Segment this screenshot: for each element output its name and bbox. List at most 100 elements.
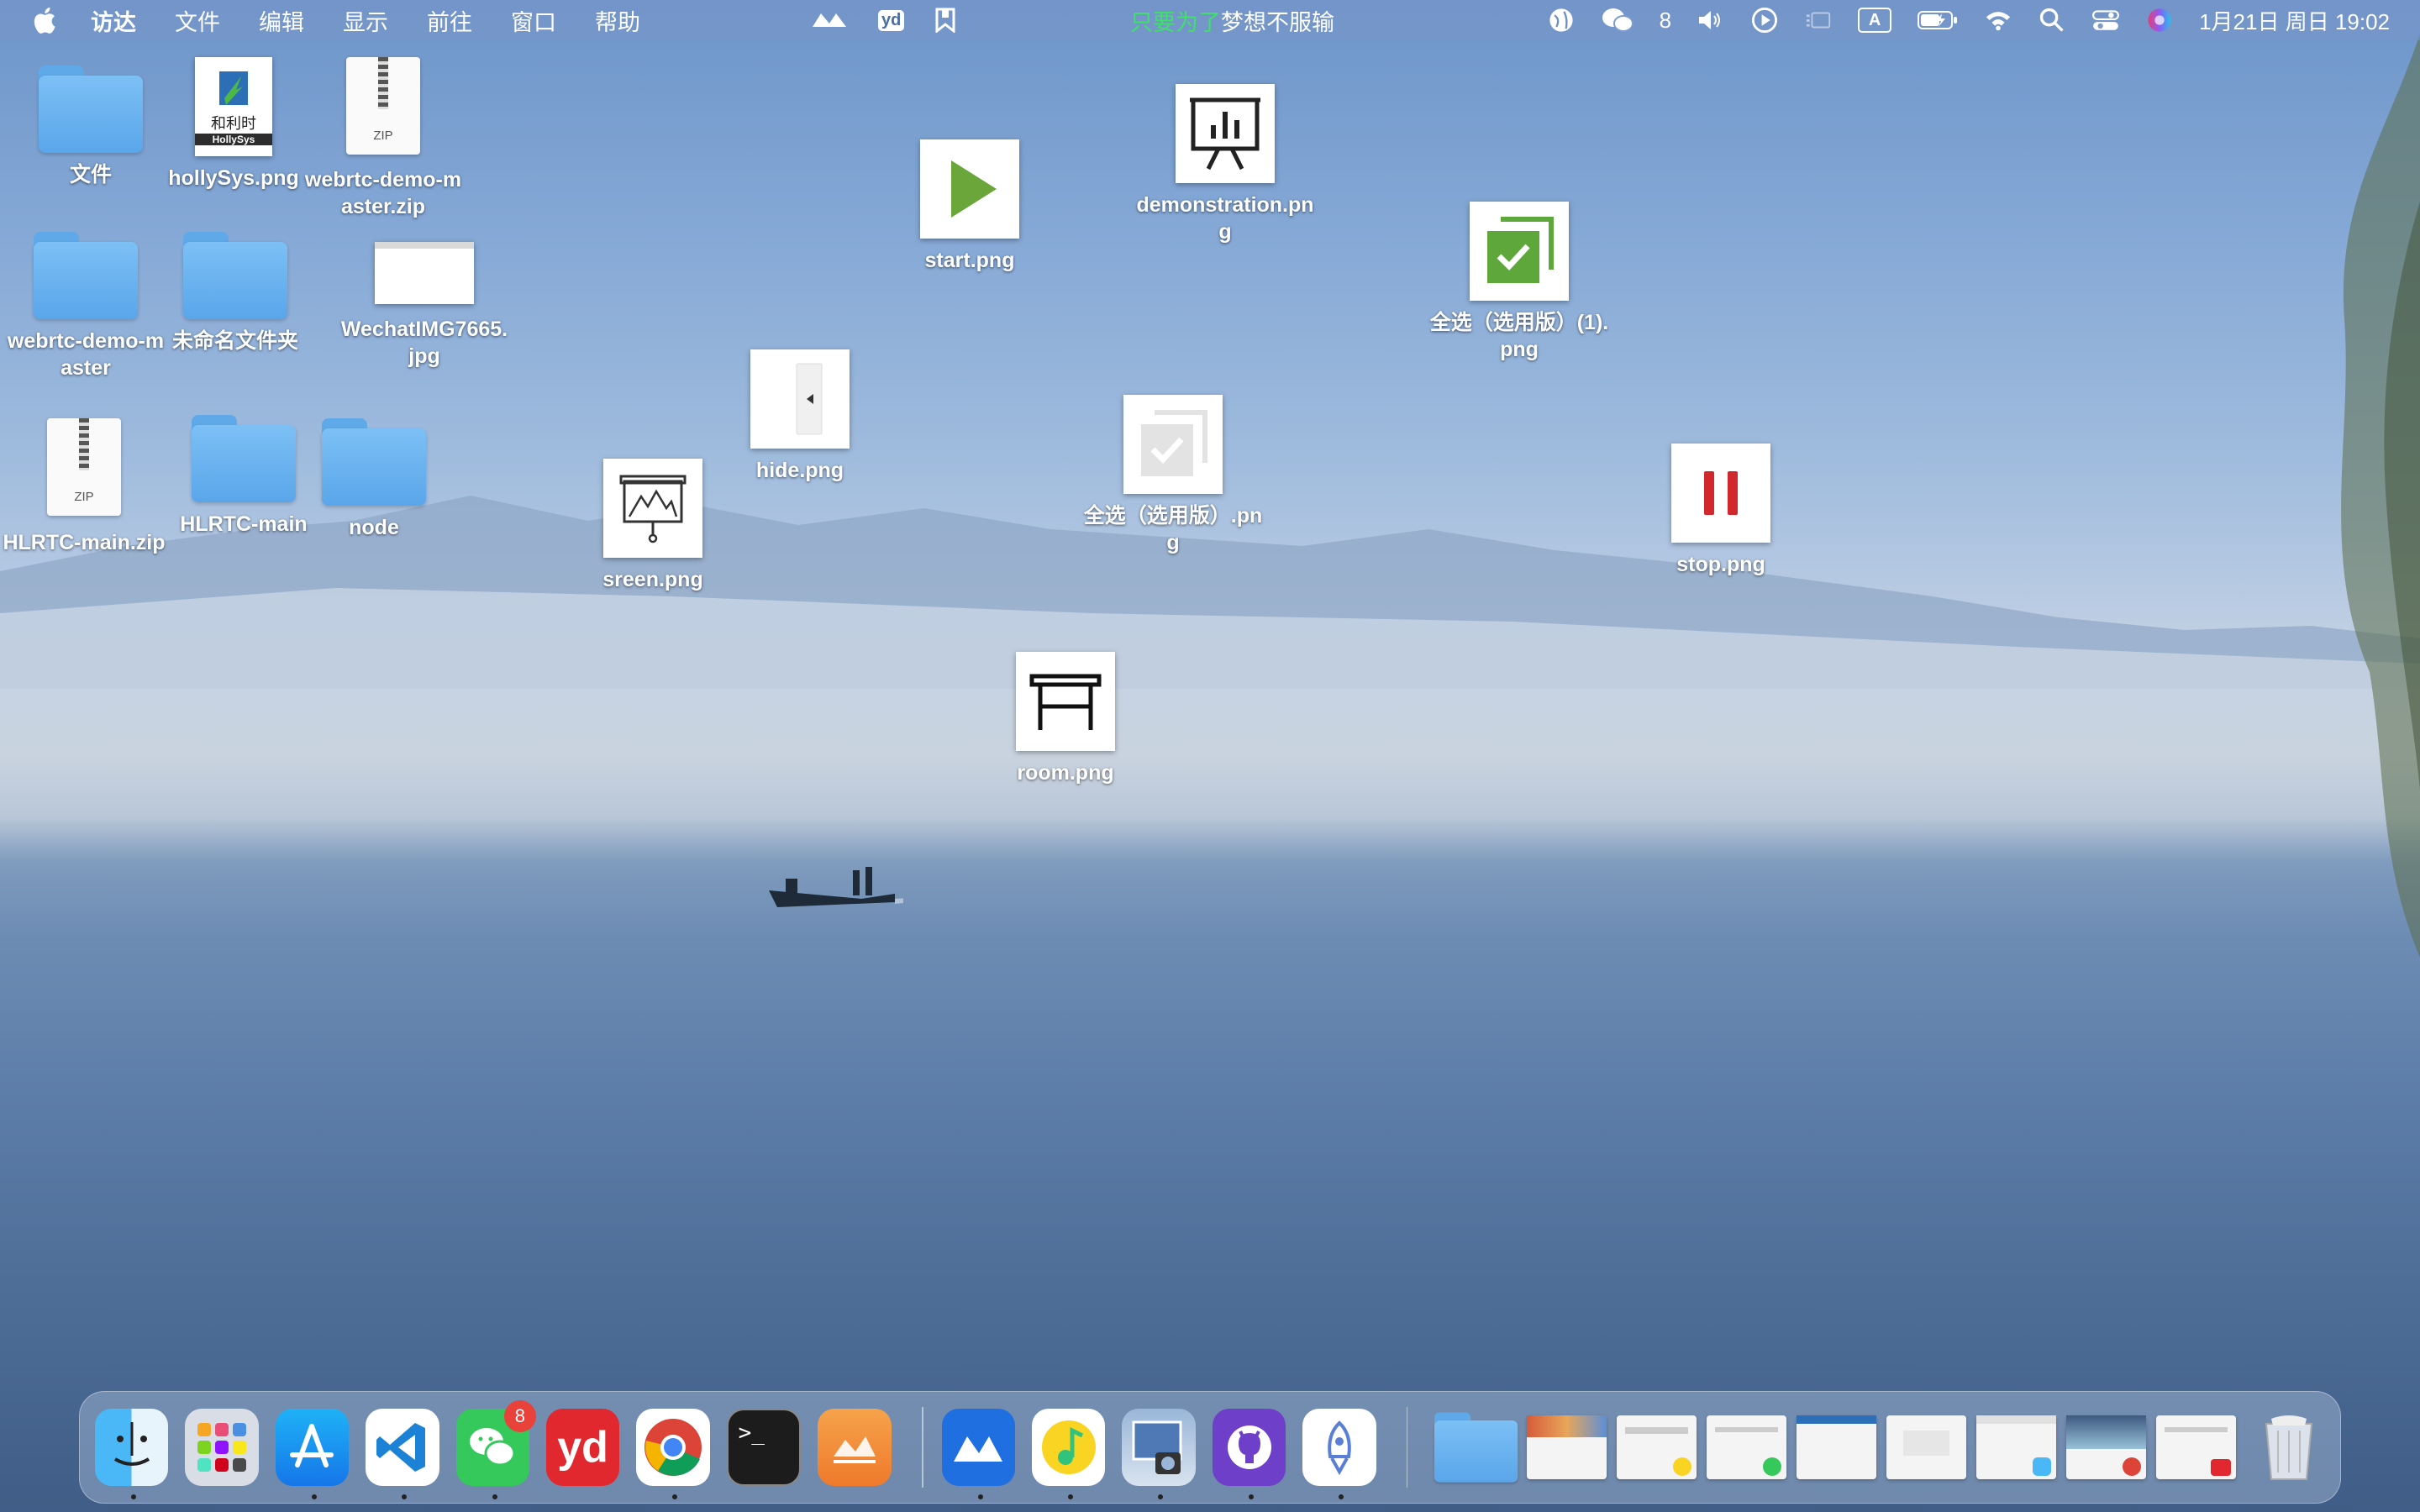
dock-maxhub-icon[interactable] (941, 1409, 1016, 1499)
icon-label: hollySys.png (168, 166, 299, 190)
dock: 8 yd >_ (79, 1391, 2341, 1504)
icon-label: 未命名文件夹 (171, 329, 298, 353)
menu-help[interactable]: 帮助 (595, 4, 640, 37)
icon-label: 全选（选用版）.png (1083, 504, 1263, 554)
desktop-icon-node-folder[interactable]: node (290, 418, 458, 541)
desktop-icon-webrtc-zip[interactable]: ZIP webrtc-demo-master.zip (299, 57, 467, 220)
minimized-window-qqmusic[interactable] (1617, 1415, 1697, 1479)
wechat-unread-count: 8 (1659, 7, 1672, 33)
dock-github-desktop-icon[interactable] (1212, 1409, 1286, 1499)
desktop-icon-sreen[interactable]: sreen.png (569, 459, 737, 593)
menu-edit[interactable]: 编辑 (259, 4, 304, 37)
icon-label: 文件 (69, 163, 112, 186)
dock-trash-icon[interactable] (2254, 1409, 2323, 1486)
hollysys-logo-icon: 和利时 HollySys (195, 57, 272, 156)
table-icon (1016, 652, 1115, 751)
apple-menu-icon[interactable] (30, 5, 57, 35)
desktop-icon-hide[interactable]: hide.png (716, 349, 884, 484)
bar-chart-board-icon (1176, 84, 1275, 183)
desktop-icon-wechatimg[interactable]: WechatIMG7665.jpg (340, 242, 508, 370)
siri-icon[interactable] (2145, 6, 2174, 34)
slogan-green: 只要为了 (1130, 9, 1221, 35)
minimized-window-youdao[interactable] (2156, 1415, 2237, 1479)
status-items: 8 A 1月21日 周日 19:02 (1547, 5, 2390, 36)
desktop-icon-webrtc-folder[interactable]: webrtc-demo-master (2, 232, 170, 381)
stage-manager-icon[interactable] (1804, 6, 1833, 34)
screenshot-thumbnail-icon (375, 242, 474, 304)
icon-label: sreen.png (602, 568, 703, 591)
desktop-icon-start[interactable]: start.png (886, 139, 1054, 274)
minimized-window-browser[interactable] (1797, 1415, 1877, 1479)
dock-rocket-icon[interactable] (1302, 1409, 1376, 1499)
dock-separator (1406, 1407, 1408, 1488)
dock-app-store-icon[interactable] (275, 1409, 350, 1499)
slogan-text: 只要为了梦想不服输 (1130, 4, 1334, 37)
folder-icon (183, 232, 287, 319)
hollysys-mark-icon (219, 71, 248, 105)
icon-label: node (349, 516, 399, 539)
menu-window[interactable]: 窗口 (511, 4, 556, 37)
icon-label: WechatIMG7665.jpg (340, 318, 508, 368)
volume-icon[interactable] (1697, 6, 1725, 34)
desktop-icon-selectall-green[interactable]: 全选（选用版）(1).png (1427, 202, 1612, 363)
play-circle-icon[interactable] (1750, 6, 1779, 34)
dock-youdao-icon[interactable]: yd (545, 1409, 620, 1486)
play-icon (920, 139, 1019, 239)
icon-label: start.png (924, 249, 1015, 272)
desktop-icon-stop[interactable]: stop.png (1637, 444, 1805, 578)
wifi-icon[interactable] (1984, 6, 2012, 34)
hide-arrow-icon (750, 349, 850, 449)
bookmark-icon[interactable] (934, 8, 956, 33)
battery-icon[interactable] (1917, 6, 1959, 34)
desktop-icon-unnamed-folder[interactable]: 未命名文件夹 (151, 232, 319, 354)
dock-vscode-icon[interactable] (366, 1409, 439, 1499)
dock-launchpad-icon[interactable] (185, 1409, 259, 1486)
presentation-board-icon (603, 459, 702, 558)
menu-go[interactable]: 前往 (427, 4, 472, 37)
minimized-window-wechat[interactable] (1707, 1415, 1787, 1479)
dock-downloads-folder-icon[interactable] (1426, 1409, 1518, 1486)
dock-infinity-icon[interactable] (818, 1409, 892, 1486)
minimized-window-chrome[interactable] (2066, 1415, 2147, 1479)
spotlight-search-icon[interactable] (2038, 6, 2066, 34)
wallpaper-tree (2341, 34, 2420, 958)
desktop-icon-room[interactable]: room.png (981, 652, 1150, 786)
menu-file[interactable]: 文件 (175, 4, 220, 37)
menu-finder[interactable]: 访达 (91, 4, 136, 37)
zip-file-icon: ZIP (346, 57, 420, 155)
icon-label: HLRTC-main (180, 512, 308, 536)
pause-icon (1671, 444, 1770, 543)
folder-icon (192, 415, 296, 502)
icon-label: demonstration.png (1136, 193, 1314, 244)
app-menus: 访达 文件 编辑 显示 前往 窗口 帮助 (0, 4, 679, 37)
desktop-icon-selectall-gray[interactable]: 全选（选用版）.png (1081, 395, 1265, 556)
wechat-unread-badge: 8 (503, 1400, 536, 1432)
control-center-icon[interactable] (2091, 6, 2120, 34)
youdao-icon[interactable]: yd (878, 9, 905, 31)
input-method-indicator[interactable]: A (1858, 8, 1892, 33)
dock-wechat-icon[interactable]: 8 (455, 1400, 536, 1499)
globe-icon[interactable] (1547, 6, 1576, 34)
maxhub-icon[interactable] (811, 10, 848, 30)
folder-icon (322, 418, 426, 506)
dock-chrome-icon[interactable] (636, 1409, 710, 1499)
checkbox-green-icon (1470, 202, 1569, 301)
zip-file-icon: ZIP (47, 418, 121, 516)
slogan-rest: 梦想不服输 (1221, 9, 1334, 35)
desktop-icon-hlrtc-zip[interactable]: ZIP HLRTC-main.zip (0, 418, 168, 556)
wechat-status-icon[interactable] (1601, 6, 1634, 34)
minimized-window-appstore[interactable] (1527, 1415, 1607, 1479)
icon-label: 全选（选用版）(1).png (1429, 311, 1609, 361)
dock-qqmusic-icon[interactable] (1032, 1409, 1106, 1499)
dock-finder-icon[interactable] (95, 1409, 169, 1499)
menu-view[interactable]: 显示 (343, 4, 388, 37)
desktop-icon-demonstration[interactable]: demonstration.png (1136, 84, 1314, 245)
icon-label: HLRTC-main.zip (3, 531, 166, 554)
menubar-clock[interactable]: 1月21日 周日 19:02 (2199, 5, 2390, 36)
minimized-window-finder[interactable] (1976, 1415, 2057, 1479)
dock-separator (921, 1407, 923, 1488)
desktop-icon-hollysys[interactable]: 和利时 HollySys hollySys.png (150, 57, 318, 192)
dock-terminal-icon[interactable]: >_ (726, 1409, 802, 1486)
minimized-window-rocket[interactable] (1886, 1415, 1967, 1479)
dock-preview-icon[interactable] (1122, 1409, 1196, 1499)
